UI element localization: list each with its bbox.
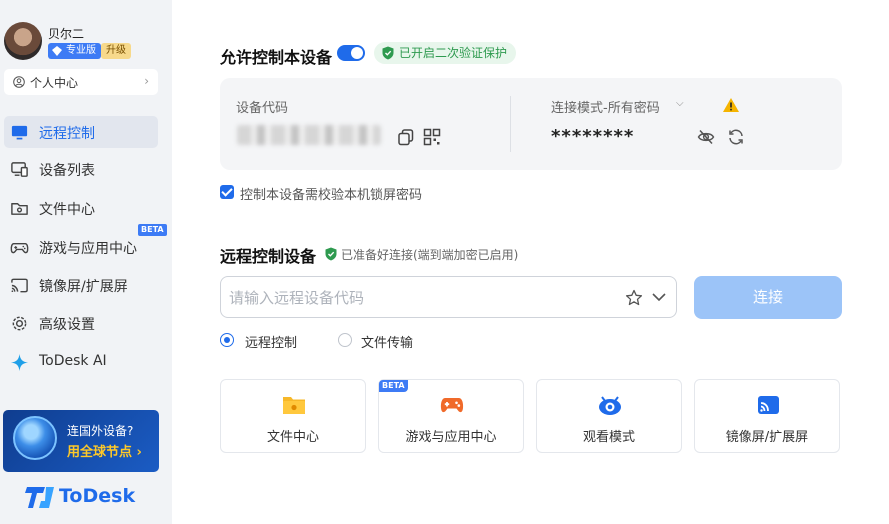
tile-watch-mode[interactable]: 观看模式: [536, 379, 682, 453]
sidebar-item-label: 设备列表: [39, 163, 95, 179]
device-info-card: 设备代码 连接模式-所有密码 ⌵ ********: [220, 78, 842, 170]
allow-control-toggle[interactable]: [337, 45, 365, 61]
sidebar-item-file-center[interactable]: 文件中心: [4, 192, 158, 224]
sparkle-icon: [10, 353, 29, 372]
chevron-down-icon[interactable]: [651, 291, 667, 303]
sidebar-item-game-app-center[interactable]: 游戏与应用中心: [4, 231, 158, 263]
password-mask: ********: [551, 126, 635, 147]
gamepad-icon: [10, 242, 29, 254]
folder-icon: [283, 397, 305, 414]
plan-badge-label: 专业版: [66, 45, 96, 56]
sidebar: 贝尔二 专业版 升级 个人中心 › 远程控制 设备列表 文件中心 游戏与应用中心…: [0, 0, 172, 524]
tile-mirror-screen[interactable]: 镜像屏/扩展屏: [694, 379, 840, 453]
shield-check-icon: [325, 247, 337, 261]
radio-file-transfer[interactable]: [338, 333, 352, 347]
gear-icon: [12, 316, 27, 331]
warning-icon[interactable]: [722, 97, 740, 113]
remote-control-title: 远程控制设备: [220, 247, 317, 266]
sidebar-item-todesk-ai[interactable]: ToDesk AI: [4, 346, 158, 378]
gamepad-icon: [440, 398, 464, 413]
cast-icon: [11, 278, 28, 293]
plan-badge: 专业版: [48, 43, 101, 59]
beta-badge: BETA: [138, 224, 167, 236]
logo-text: ToDesk: [59, 485, 136, 507]
sidebar-item-remote-control[interactable]: 远程控制: [4, 116, 158, 148]
connect-button[interactable]: 连接: [694, 276, 842, 319]
todesk-logo-icon: [25, 487, 54, 508]
sidebar-item-label: 高级设置: [39, 317, 95, 333]
star-icon[interactable]: [625, 289, 643, 307]
allow-control-title: 允许控制本设备: [220, 48, 333, 67]
qr-code-icon[interactable]: [423, 128, 441, 146]
security-status-label: 已开启二次验证保护: [399, 46, 508, 60]
beta-badge: BETA: [379, 380, 408, 392]
globe-icon: [13, 416, 57, 460]
eye-off-icon[interactable]: [697, 128, 715, 146]
eye-icon: [599, 396, 621, 415]
remote-device-code-input[interactable]: [229, 286, 609, 310]
personal-center-label: 个人中心: [30, 76, 79, 90]
cast-icon: [758, 396, 779, 414]
tile-game-app-center[interactable]: BETA 游戏与应用中心: [378, 379, 524, 453]
sidebar-item-device-list[interactable]: 设备列表: [4, 153, 158, 185]
connection-ready-label: 已准备好连接(端到端加密已启用): [341, 248, 519, 262]
radio-remote-control-label[interactable]: 远程控制: [245, 332, 297, 351]
remote-device-code-field[interactable]: [220, 276, 677, 318]
chevron-right-icon: ›: [144, 74, 149, 88]
connection-mode-selector[interactable]: 连接模式-所有密码: [551, 97, 660, 116]
device-code-value: [237, 125, 381, 145]
monitor-icon: [11, 125, 28, 140]
upgrade-button[interactable]: 升级: [101, 43, 131, 59]
lock-screen-check-label: 控制本设备需校验本机锁屏密码: [240, 188, 423, 203]
folder-icon: [11, 203, 28, 215]
personal-center-button[interactable]: 个人中心 ›: [4, 69, 158, 95]
todesk-logo: ToDesk: [25, 484, 145, 510]
radio-file-transfer-label[interactable]: 文件传输: [361, 332, 413, 351]
tile-label: 观看模式: [582, 430, 635, 445]
refresh-icon[interactable]: [727, 128, 745, 146]
diamond-icon: [52, 46, 62, 56]
card-divider: [510, 96, 511, 152]
user-icon: [13, 76, 25, 88]
sidebar-item-label: 镜像屏/扩展屏: [39, 279, 128, 295]
global-node-promo[interactable]: 连国外设备? 用全球节点 ›: [3, 410, 159, 472]
sidebar-item-label: ToDesk AI: [39, 353, 107, 369]
devices-icon: [11, 162, 28, 177]
user-name: 贝尔二: [48, 27, 85, 41]
shield-check-icon: [382, 46, 394, 60]
promo-question: 连国外设备?: [67, 424, 134, 438]
sidebar-item-advanced-settings[interactable]: 高级设置: [4, 307, 158, 339]
device-code-label: 设备代码: [236, 101, 289, 116]
avatar[interactable]: [4, 22, 42, 60]
lock-screen-checkbox[interactable]: [220, 185, 234, 199]
chevron-down-icon[interactable]: ⌵: [676, 98, 684, 109]
sidebar-item-label: 文件中心: [39, 202, 95, 218]
tile-file-center[interactable]: 文件中心: [220, 379, 366, 453]
tile-label: 游戏与应用中心: [405, 430, 497, 445]
security-status-pill: 已开启二次验证保护: [374, 42, 517, 64]
sidebar-item-label: 游戏与应用中心: [39, 241, 137, 257]
sidebar-item-label: 远程控制: [39, 126, 95, 142]
sidebar-item-mirror-screen[interactable]: 镜像屏/扩展屏: [4, 269, 158, 301]
promo-cta: 用全球节点 ›: [67, 445, 142, 460]
tile-label: 镜像屏/扩展屏: [725, 430, 809, 445]
radio-remote-control[interactable]: [220, 333, 234, 347]
tile-label: 文件中心: [266, 430, 319, 445]
copy-icon[interactable]: [397, 128, 415, 146]
